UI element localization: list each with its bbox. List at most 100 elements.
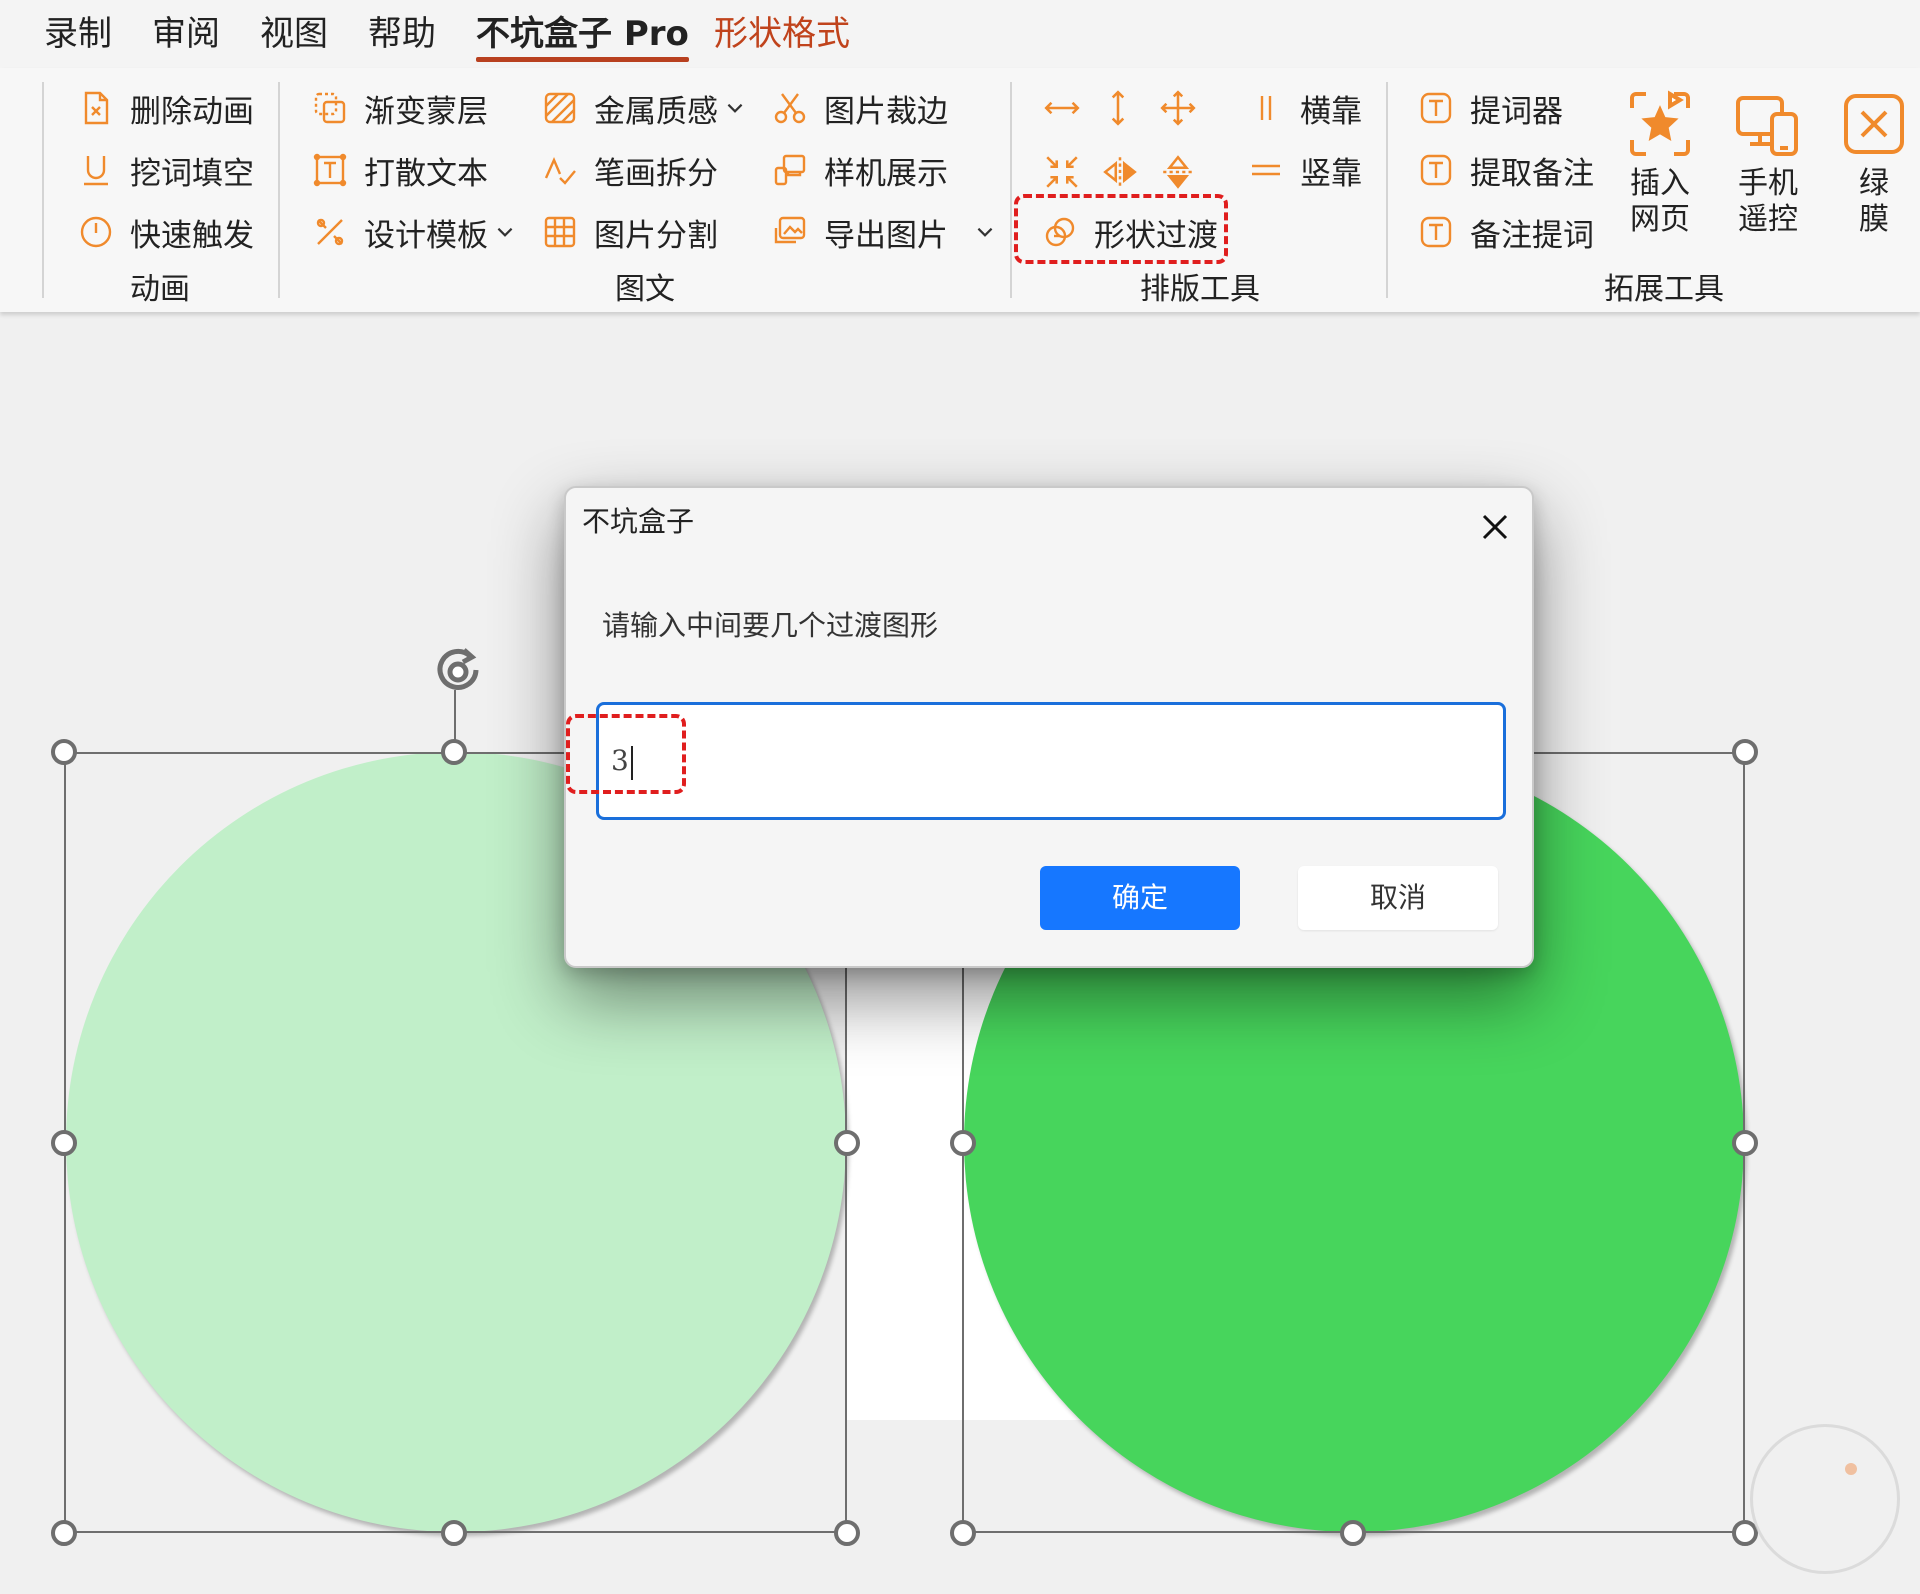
chevron-down-icon[interactable]	[724, 97, 746, 119]
group-divider	[1010, 82, 1012, 298]
design-template-label: 设计模板	[364, 217, 488, 254]
image-crop-edge-button[interactable]: 图片裁边	[770, 82, 948, 134]
group-label-animation: 动画	[130, 272, 190, 307]
ribbon-tab-bar: 录制 审阅 视图 帮助 不坑盒子 Pro 形状格式	[0, 0, 1920, 68]
watermark-dot	[1845, 1463, 1857, 1475]
image-crop-edge-label: 图片裁边	[824, 93, 948, 130]
metal-texture-button[interactable]: 金属质感	[540, 82, 746, 134]
tab-view[interactable]: 视图	[260, 10, 328, 58]
cloze-fill-button[interactable]: 挖词填空	[76, 144, 254, 196]
group-label-graphics: 图文	[615, 272, 675, 307]
shrink-arrows-icon[interactable]	[1040, 150, 1084, 194]
vertical-dock-button[interactable]: 竖靠	[1246, 144, 1362, 196]
design-tools-icon	[310, 212, 350, 252]
metal-texture-label: 金属质感	[594, 93, 718, 130]
gradient-mask-button[interactable]: 渐变蒙层	[310, 82, 488, 134]
group-divider	[42, 82, 44, 298]
confirm-button[interactable]: 确定	[1040, 866, 1240, 930]
close-icon[interactable]	[1472, 504, 1518, 550]
export-image-icon	[770, 212, 810, 252]
delete-file-icon	[76, 88, 116, 128]
horizontal-dock-label: 横靠	[1300, 93, 1362, 130]
stroke-split-icon	[540, 150, 580, 190]
ribbon-panel: 删除动画 挖词填空 快速触发 动画 渐变蒙层 打散文本 设计模板 金属质感 笔画…	[0, 68, 1920, 312]
phone-remote-label-2: 遥控	[1738, 202, 1798, 237]
flip-horizontal-icon[interactable]	[1098, 150, 1142, 194]
group-divider	[1386, 82, 1388, 298]
quick-trigger-button[interactable]: 快速触发	[76, 206, 254, 258]
transition-count-input[interactable]: 3	[596, 702, 1506, 820]
stroke-split-label: 笔画拆分	[594, 155, 718, 192]
tab-shape-format[interactable]: 形状格式	[714, 10, 850, 58]
quick-trigger-label: 快速触发	[130, 217, 254, 254]
rotate-icon[interactable]	[426, 640, 492, 706]
stroke-split-button[interactable]: 笔画拆分	[540, 144, 718, 196]
resize-handle-bottom-right[interactable]	[834, 1520, 860, 1546]
vertical-bars-icon	[1246, 88, 1286, 128]
horizontal-distribute-icon[interactable]	[1040, 86, 1084, 130]
resize-handle-top-center[interactable]	[441, 739, 467, 765]
resize-handle-top-right[interactable]	[1732, 739, 1758, 765]
tab-help[interactable]: 帮助	[368, 10, 436, 58]
teleprompter-button[interactable]: 提词器	[1416, 82, 1563, 134]
phone-remote-button[interactable]: 手机 遥控	[1720, 88, 1816, 238]
move-arrows-icon[interactable]	[1156, 86, 1200, 130]
green-film-label-1: 绿	[1859, 166, 1889, 201]
image-split-button[interactable]: 图片分割	[540, 206, 718, 258]
notes-prompter-button[interactable]: 备注提词	[1416, 206, 1594, 258]
mockup-display-label: 样机展示	[824, 155, 948, 192]
chevron-down-icon[interactable]	[494, 221, 516, 243]
cancel-button[interactable]: 取消	[1298, 866, 1498, 930]
scatter-text-icon	[310, 150, 350, 190]
vertical-dock-label: 竖靠	[1300, 155, 1362, 192]
resize-handle-top-left[interactable]	[51, 739, 77, 765]
horizontal-bars-icon	[1246, 150, 1286, 190]
extract-notes-button[interactable]: 提取备注	[1416, 144, 1594, 196]
phone-remote-label-1: 手机	[1738, 166, 1798, 201]
design-template-button[interactable]: 设计模板	[310, 206, 516, 258]
mockup-display-button[interactable]: 样机展示	[770, 144, 948, 196]
dialog-title: 不坑盒子	[582, 505, 695, 538]
metal-texture-icon	[540, 88, 580, 128]
clock-icon	[76, 212, 116, 252]
transition-count-dialog: 不坑盒子 请输入中间要几个过渡图形 3 确定 取消	[564, 486, 1534, 968]
resize-handle-middle-right[interactable]	[1732, 1130, 1758, 1156]
resize-handle-bottom-center[interactable]	[441, 1520, 467, 1546]
resize-handle-bottom-center[interactable]	[1340, 1520, 1366, 1546]
flip-vertical-icon[interactable]	[1156, 150, 1200, 194]
resize-handle-middle-right[interactable]	[834, 1130, 860, 1156]
scatter-text-label: 打散文本	[364, 155, 488, 192]
text-t-icon	[1416, 212, 1456, 252]
teleprompter-label: 提词器	[1470, 93, 1563, 130]
cloze-fill-label: 挖词填空	[130, 155, 254, 192]
resize-handle-middle-left[interactable]	[950, 1130, 976, 1156]
watermark-logo	[1750, 1424, 1900, 1574]
chevron-down-icon[interactable]	[974, 221, 996, 243]
gradient-mask-icon	[310, 88, 350, 128]
insert-webpage-label-1: 插入	[1630, 166, 1690, 201]
scatter-text-button[interactable]: 打散文本	[310, 144, 488, 196]
horizontal-dock-button[interactable]: 横靠	[1246, 82, 1362, 134]
grid-icon	[540, 212, 580, 252]
vertical-distribute-icon[interactable]	[1096, 86, 1140, 130]
resize-handle-middle-left[interactable]	[51, 1130, 77, 1156]
resize-handle-bottom-left[interactable]	[51, 1520, 77, 1546]
text-t-icon	[1416, 150, 1456, 190]
export-image-label: 导出图片	[824, 217, 948, 254]
highlight-input-value	[566, 714, 686, 794]
green-film-button[interactable]: 绿 膜	[1826, 88, 1920, 238]
extract-notes-label: 提取备注	[1470, 155, 1594, 192]
scissors-icon	[770, 88, 810, 128]
tab-record[interactable]: 录制	[44, 10, 112, 58]
image-split-label: 图片分割	[594, 217, 718, 254]
insert-webpage-button[interactable]: 插入 网页	[1612, 88, 1708, 238]
delete-animation-label: 删除动画	[130, 93, 254, 130]
dialog-prompt: 请输入中间要几个过渡图形	[602, 609, 939, 642]
export-image-button[interactable]: 导出图片	[770, 206, 996, 258]
resize-handle-bottom-left[interactable]	[950, 1520, 976, 1546]
tab-review[interactable]: 审阅	[152, 10, 220, 58]
underline-u-icon	[76, 150, 116, 190]
tab-bukeng-box-pro[interactable]: 不坑盒子 Pro	[476, 10, 689, 62]
delete-animation-button[interactable]: 删除动画	[76, 82, 254, 134]
mockup-devices-icon	[770, 150, 810, 190]
